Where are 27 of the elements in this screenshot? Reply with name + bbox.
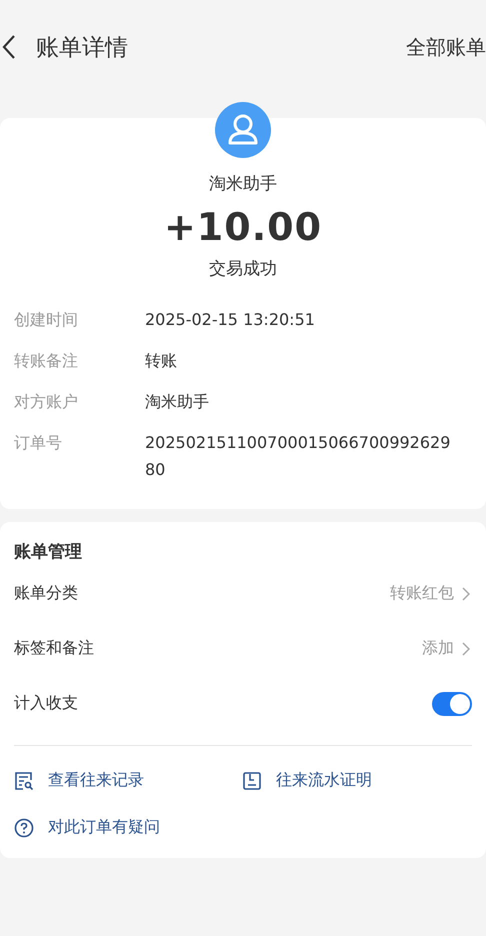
detail-value: 淘米助手 (145, 391, 210, 413)
chevron-icon (462, 642, 470, 656)
amount: +10.00 (164, 205, 322, 249)
toggle-switch[interactable] (432, 692, 472, 716)
link-text[interactable]: 查看往来记录 (48, 770, 144, 791)
chevron-icon (462, 586, 470, 600)
question-icon (14, 818, 34, 838)
detail-value: 转账 (145, 350, 178, 372)
all-bills-link[interactable]: 全部账单 (406, 34, 486, 60)
document-icon (242, 770, 262, 790)
detail-value: 2025-02-15 13:20:51 (145, 309, 316, 331)
detail-label: 对方账户 (14, 392, 79, 413)
payee-name: 淘米助手 (209, 173, 277, 195)
row-label: 标签和备注 (14, 638, 94, 659)
status-text: 交易成功 (209, 258, 277, 280)
detail-label: 创建时间 (14, 310, 79, 331)
section-title: 账单管理 (14, 541, 83, 564)
row-label: 账单分类 (14, 583, 78, 604)
detail-label: 转账备注 (14, 351, 79, 372)
row-label: 计入收支 (14, 693, 78, 714)
link-text[interactable]: 往来流水证明 (276, 770, 372, 791)
detail-label: 订单号 (14, 433, 63, 454)
page-title: 账单详情 (36, 34, 128, 62)
document-search-icon (14, 770, 34, 790)
back-icon[interactable] (2, 34, 16, 60)
detail-value: 20250215110070001506670099262980 (145, 432, 452, 481)
link-text[interactable]: 对此订单有疑问 (48, 817, 160, 838)
